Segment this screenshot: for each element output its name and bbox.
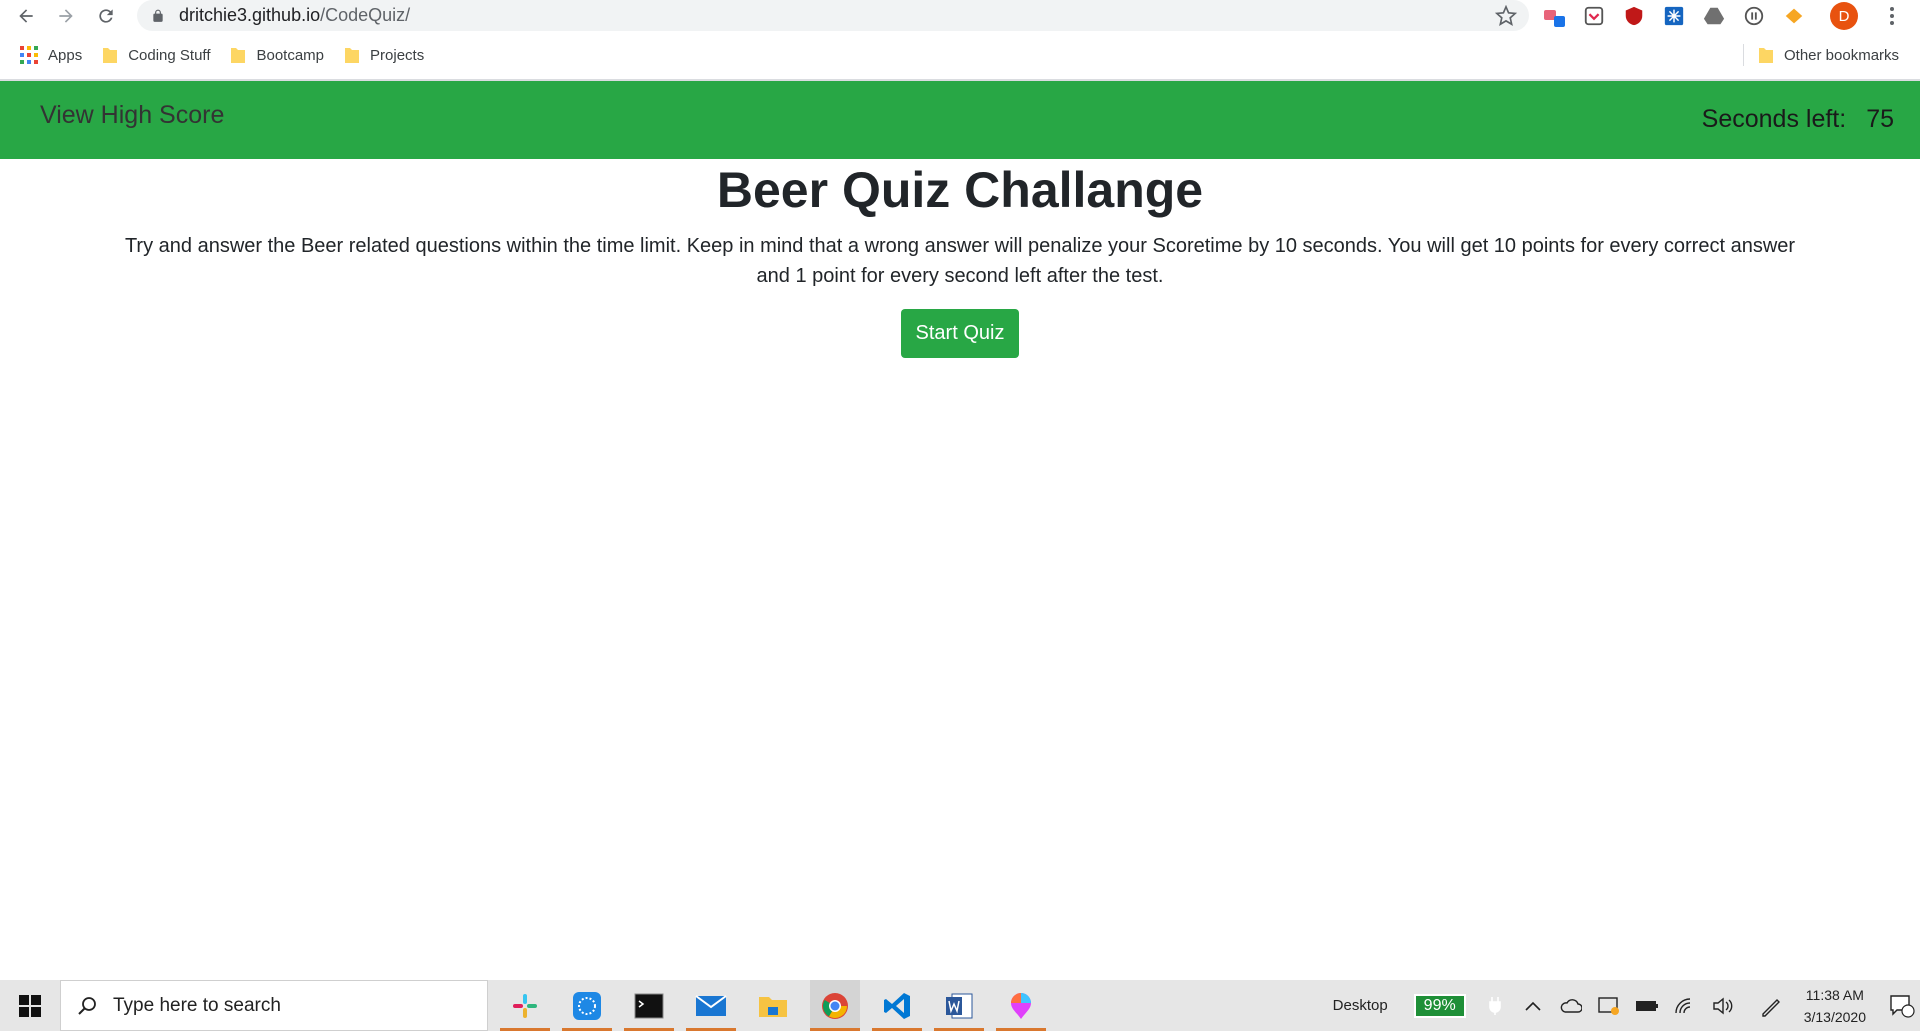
- bookmark-label: Coding Stuff: [128, 46, 211, 64]
- avatar: D: [1830, 2, 1858, 30]
- word-icon: [946, 993, 973, 1018]
- quiz-description: Try and answer the Beer related question…: [124, 235, 1796, 287]
- extensions-row: D: [1540, 0, 1858, 32]
- mcafee-icon[interactable]: [1620, 2, 1648, 30]
- more-vert-icon: [1890, 7, 1894, 25]
- snowflake-icon[interactable]: [1660, 2, 1688, 30]
- desktop-toolbar-label[interactable]: Desktop: [1333, 997, 1388, 1014]
- honey-icon[interactable]: [1780, 2, 1808, 30]
- monitor-update-icon[interactable]: [1594, 991, 1624, 1021]
- bookmarks-divider: [1743, 44, 1744, 66]
- system-tray: Desktop 99% 11:38 AM 3/13/2020: [1333, 980, 1920, 1031]
- bookmark-folder-projects[interactable]: Projects: [334, 41, 434, 69]
- view-high-score-link[interactable]: View High Score: [40, 101, 224, 130]
- wifi-icon[interactable]: [1670, 991, 1700, 1021]
- search-placeholder: Type here to search: [113, 994, 281, 1016]
- lock-icon: [153, 9, 163, 22]
- mail-icon: [695, 994, 727, 1016]
- clock-time: 11:38 AM: [1805, 986, 1864, 1003]
- pen-workspace-icon[interactable]: [1756, 991, 1786, 1021]
- folder-icon: [103, 48, 118, 63]
- bookmark-folder-other[interactable]: Other bookmarks: [1748, 41, 1909, 69]
- battery-icon[interactable]: [1632, 991, 1662, 1021]
- url-host: dritchie3.github.io: [179, 5, 321, 25]
- power-plug-icon[interactable]: [1480, 991, 1510, 1021]
- onedrive-cloud-icon[interactable]: [1556, 991, 1586, 1021]
- profile-avatar[interactable]: D: [1830, 2, 1858, 30]
- taskbar-clock[interactable]: 11:38 AM 3/13/2020: [1804, 984, 1866, 1028]
- url-path: /CodeQuiz/: [320, 5, 411, 25]
- slack-icon: [513, 993, 537, 1018]
- taskbar-apps: [500, 980, 1058, 1031]
- bookmark-folder-coding-stuff[interactable]: Coding Stuff: [92, 41, 220, 69]
- bookmark-label: Projects: [370, 46, 425, 64]
- taskbar-app-terminal[interactable]: [624, 980, 674, 1031]
- bookmark-label: Bootcamp: [256, 46, 325, 64]
- apps-grid-icon: [20, 46, 38, 64]
- bookmark-folder-bootcamp[interactable]: Bootcamp: [220, 41, 334, 69]
- back-button[interactable]: [6, 0, 46, 32]
- taskbar-app-file-explorer[interactable]: [748, 980, 798, 1031]
- bookmark-apps[interactable]: Apps: [10, 41, 92, 69]
- browser-toolbar: dritchie3.github.io/CodeQuiz/ D: [0, 0, 1920, 32]
- taskbar-app-mail[interactable]: [686, 980, 736, 1031]
- bookmark-label: Apps: [48, 46, 83, 64]
- taskbar-app-focus[interactable]: [562, 980, 612, 1031]
- clock-date: 3/13/2020: [1803, 1008, 1866, 1025]
- search-icon: [78, 996, 96, 1015]
- notification-icon: [1890, 994, 1915, 1018]
- start-button[interactable]: [0, 980, 60, 1031]
- paint-icon: [1011, 992, 1031, 1019]
- taskbar: Type here to search Desktop 99% 11:38 AM…: [0, 980, 1920, 1031]
- start-quiz-button[interactable]: Start Quiz: [901, 309, 1019, 358]
- file-explorer-icon: [759, 996, 787, 1017]
- bookmarks-bar: Apps Coding Stuff Bootcamp Projects: [0, 40, 1920, 70]
- reload-button[interactable]: [86, 0, 126, 32]
- clock-extension-icon[interactable]: [1740, 2, 1768, 30]
- page-navbar: View High Score Seconds left: 75: [0, 79, 1920, 159]
- reload-icon: [99, 9, 113, 23]
- chrome-icon: [822, 992, 848, 1019]
- other-bookmarks-container: Other bookmarks: [1748, 40, 1920, 70]
- taskbar-app-slack[interactable]: [500, 980, 550, 1031]
- battery-percent-badge[interactable]: 99%: [1413, 993, 1466, 1018]
- extension-icon[interactable]: [1540, 2, 1568, 30]
- folder-icon: [345, 48, 360, 63]
- timer: Seconds left: 75: [1702, 105, 1894, 134]
- vscode-icon: [884, 992, 910, 1019]
- drive-icon[interactable]: [1700, 2, 1728, 30]
- forward-button[interactable]: [46, 0, 86, 32]
- action-center-button[interactable]: [1884, 980, 1920, 1031]
- timer-value: 75: [1866, 105, 1894, 133]
- focus-icon: [573, 991, 601, 1020]
- back-arrow-icon: [19, 9, 33, 23]
- taskbar-app-chrome[interactable]: [810, 980, 860, 1031]
- show-hidden-icons-chevron-icon[interactable]: [1518, 991, 1548, 1021]
- forward-arrow-icon: [59, 9, 73, 23]
- taskbar-app-vscode[interactable]: [872, 980, 922, 1031]
- bookmark-star-icon[interactable]: [1495, 5, 1517, 27]
- pocket-icon[interactable]: [1580, 2, 1608, 30]
- taskbar-search-input[interactable]: Type here to search: [60, 980, 488, 1031]
- taskbar-app-word[interactable]: [934, 980, 984, 1031]
- timer-label: Seconds left:: [1701, 105, 1847, 133]
- address-bar[interactable]: dritchie3.github.io/CodeQuiz/: [137, 0, 1529, 31]
- windows-logo-icon: [19, 994, 41, 1017]
- folder-icon: [1759, 48, 1773, 63]
- page-title: Beer Quiz Challange: [716, 162, 1204, 218]
- folder-icon: [231, 48, 246, 63]
- browser-menu-button[interactable]: [1880, 4, 1904, 28]
- taskbar-app-paint[interactable]: [996, 980, 1046, 1031]
- terminal-icon: [634, 993, 664, 1018]
- volume-icon[interactable]: [1708, 991, 1738, 1021]
- bookmark-label: Other bookmarks: [1784, 46, 1900, 64]
